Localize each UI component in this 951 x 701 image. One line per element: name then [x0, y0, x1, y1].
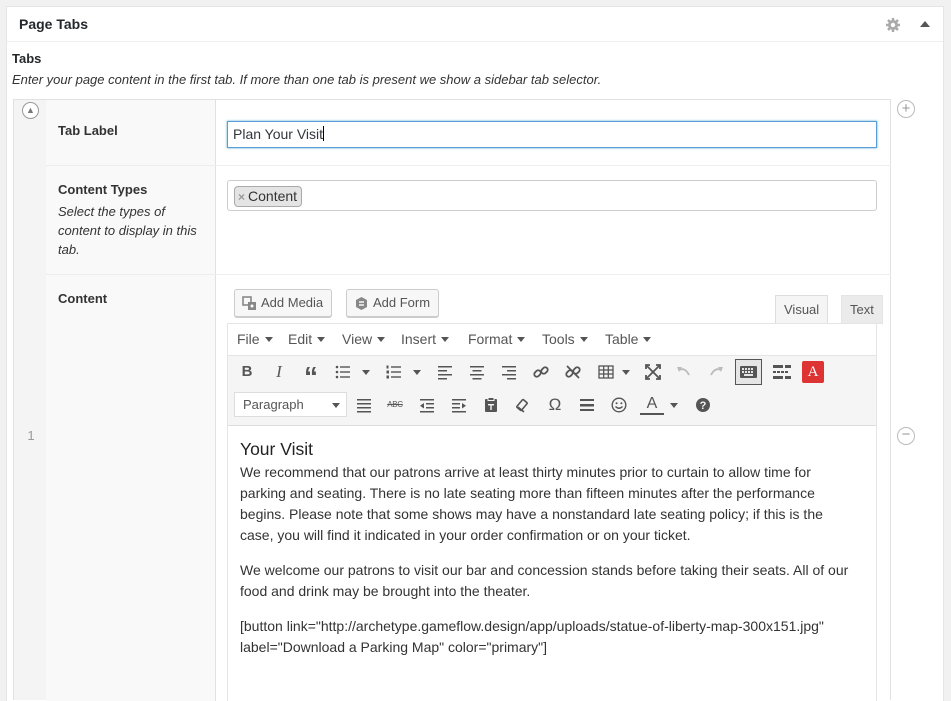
italic-icon[interactable]: I: [267, 360, 291, 384]
row-collapse-icon[interactable]: ▲: [22, 102, 39, 119]
help-icon[interactable]: ?: [691, 393, 715, 417]
align-left-icon[interactable]: [433, 360, 457, 384]
toolbar-toggle-icon[interactable]: [735, 359, 762, 385]
align-right-icon[interactable]: [497, 360, 521, 384]
content-paragraph: We welcome our patrons to visit our bar …: [240, 562, 849, 599]
format-select[interactable]: Paragraph: [234, 392, 347, 417]
content-types-description: Select the types of content to display i…: [58, 204, 197, 257]
outdent-icon[interactable]: [415, 393, 439, 417]
format-select-value: Paragraph: [243, 397, 304, 412]
fullscreen-icon[interactable]: [641, 360, 665, 384]
content-types-select[interactable]: × Content: [227, 180, 877, 211]
table-icon[interactable]: [594, 360, 618, 384]
justify-icon[interactable]: [352, 393, 376, 417]
content-paragraph: We recommend that our patrons arrive at …: [240, 464, 823, 543]
menu-format[interactable]: Format: [468, 331, 526, 347]
tabs-repeater: ▲ 1 Tab Label Plan Your Visit Content Ty…: [13, 99, 891, 701]
row-number: 1: [27, 428, 35, 443]
menu-insert[interactable]: Insert: [401, 331, 450, 347]
red-a-icon[interactable]: A: [802, 361, 824, 383]
row-handle[interactable]: ▲ 1: [13, 99, 47, 700]
blockquote-icon[interactable]: “: [299, 360, 323, 392]
undo-icon[interactable]: [672, 360, 696, 384]
menu-tools[interactable]: Tools: [542, 331, 588, 347]
content-types-field-label: Content Types: [58, 182, 148, 197]
metabox-title: Page Tabs: [19, 16, 88, 32]
gear-icon[interactable]: [885, 17, 901, 33]
format-select-caret-icon: [332, 403, 340, 408]
add-media-button[interactable]: Add Media: [234, 289, 333, 317]
wysiwyg-editor: File Edit View Insert Format Tools Table…: [227, 323, 877, 701]
special-character-icon[interactable]: Ω: [543, 393, 567, 417]
tab-label-field-label: Tab Label: [58, 123, 118, 138]
metabox-header: Page Tabs: [7, 7, 943, 42]
remove-row-icon[interactable]: −: [897, 427, 915, 445]
add-form-button[interactable]: Add Form: [346, 289, 440, 317]
paste-text-icon[interactable]: [479, 393, 503, 417]
read-more-icon[interactable]: [769, 360, 793, 384]
tab-label-value: Plan Your Visit: [233, 126, 324, 142]
text-cursor: [323, 126, 325, 141]
clear-formatting-icon[interactable]: [511, 393, 535, 417]
tab-label-input[interactable]: Plan Your Visit: [227, 121, 877, 148]
menu-table[interactable]: Table: [605, 331, 652, 347]
table-dropdown-icon[interactable]: [622, 370, 630, 375]
divider: [46, 165, 891, 166]
menu-edit[interactable]: Edit: [288, 331, 326, 347]
redo-icon[interactable]: [704, 360, 728, 384]
bullet-list-dropdown-icon[interactable]: [362, 370, 370, 375]
horizontal-line-icon[interactable]: [575, 393, 599, 417]
tabs-field-description: Enter your page content in the first tab…: [12, 72, 602, 87]
numbered-list-dropdown-icon[interactable]: [413, 370, 421, 375]
remove-chip-icon[interactable]: ×: [238, 190, 245, 204]
text-color-dropdown-icon[interactable]: [670, 403, 678, 408]
add-form-label: Add Form: [373, 295, 431, 310]
numbered-list-icon[interactable]: [382, 360, 406, 384]
emoji-icon[interactable]: [607, 393, 631, 417]
unlink-icon[interactable]: [561, 360, 585, 384]
content-heading: Your Visit: [240, 439, 313, 459]
align-center-icon[interactable]: [465, 360, 489, 384]
editor-toolbar: B I “ A Paragraph ABC Ω A ?: [228, 356, 876, 426]
menu-file[interactable]: File: [237, 331, 273, 347]
tabs-field-label: Tabs: [12, 51, 42, 66]
bold-icon[interactable]: B: [235, 360, 259, 384]
tab-text[interactable]: Text: [841, 295, 883, 324]
strikethrough-icon[interactable]: ABC: [383, 393, 407, 417]
tab-visual[interactable]: Visual: [775, 295, 829, 324]
text-color-icon[interactable]: A: [640, 393, 664, 415]
selected-content-type-chip: × Content: [234, 186, 303, 207]
collapse-toggle-icon[interactable]: [919, 18, 931, 30]
divider: [46, 274, 891, 275]
svg-text:?: ?: [700, 400, 707, 412]
content-shortcode: [button link="http://archetype.gameflow.…: [240, 618, 824, 655]
add-row-icon[interactable]: +: [897, 100, 915, 118]
editor-content[interactable]: Your Visit We recommend that our patrons…: [240, 438, 860, 672]
link-icon[interactable]: [529, 360, 553, 384]
editor-menubar: File Edit View Insert Format Tools Table: [228, 324, 876, 356]
add-media-label: Add Media: [261, 295, 324, 310]
content-field-label: Content: [58, 291, 108, 306]
indent-icon[interactable]: [447, 393, 471, 417]
chip-label: Content: [248, 188, 298, 204]
media-icon: [242, 296, 256, 310]
menu-view[interactable]: View: [342, 331, 386, 347]
form-icon: [356, 297, 367, 310]
bullet-list-icon[interactable]: [331, 360, 355, 384]
